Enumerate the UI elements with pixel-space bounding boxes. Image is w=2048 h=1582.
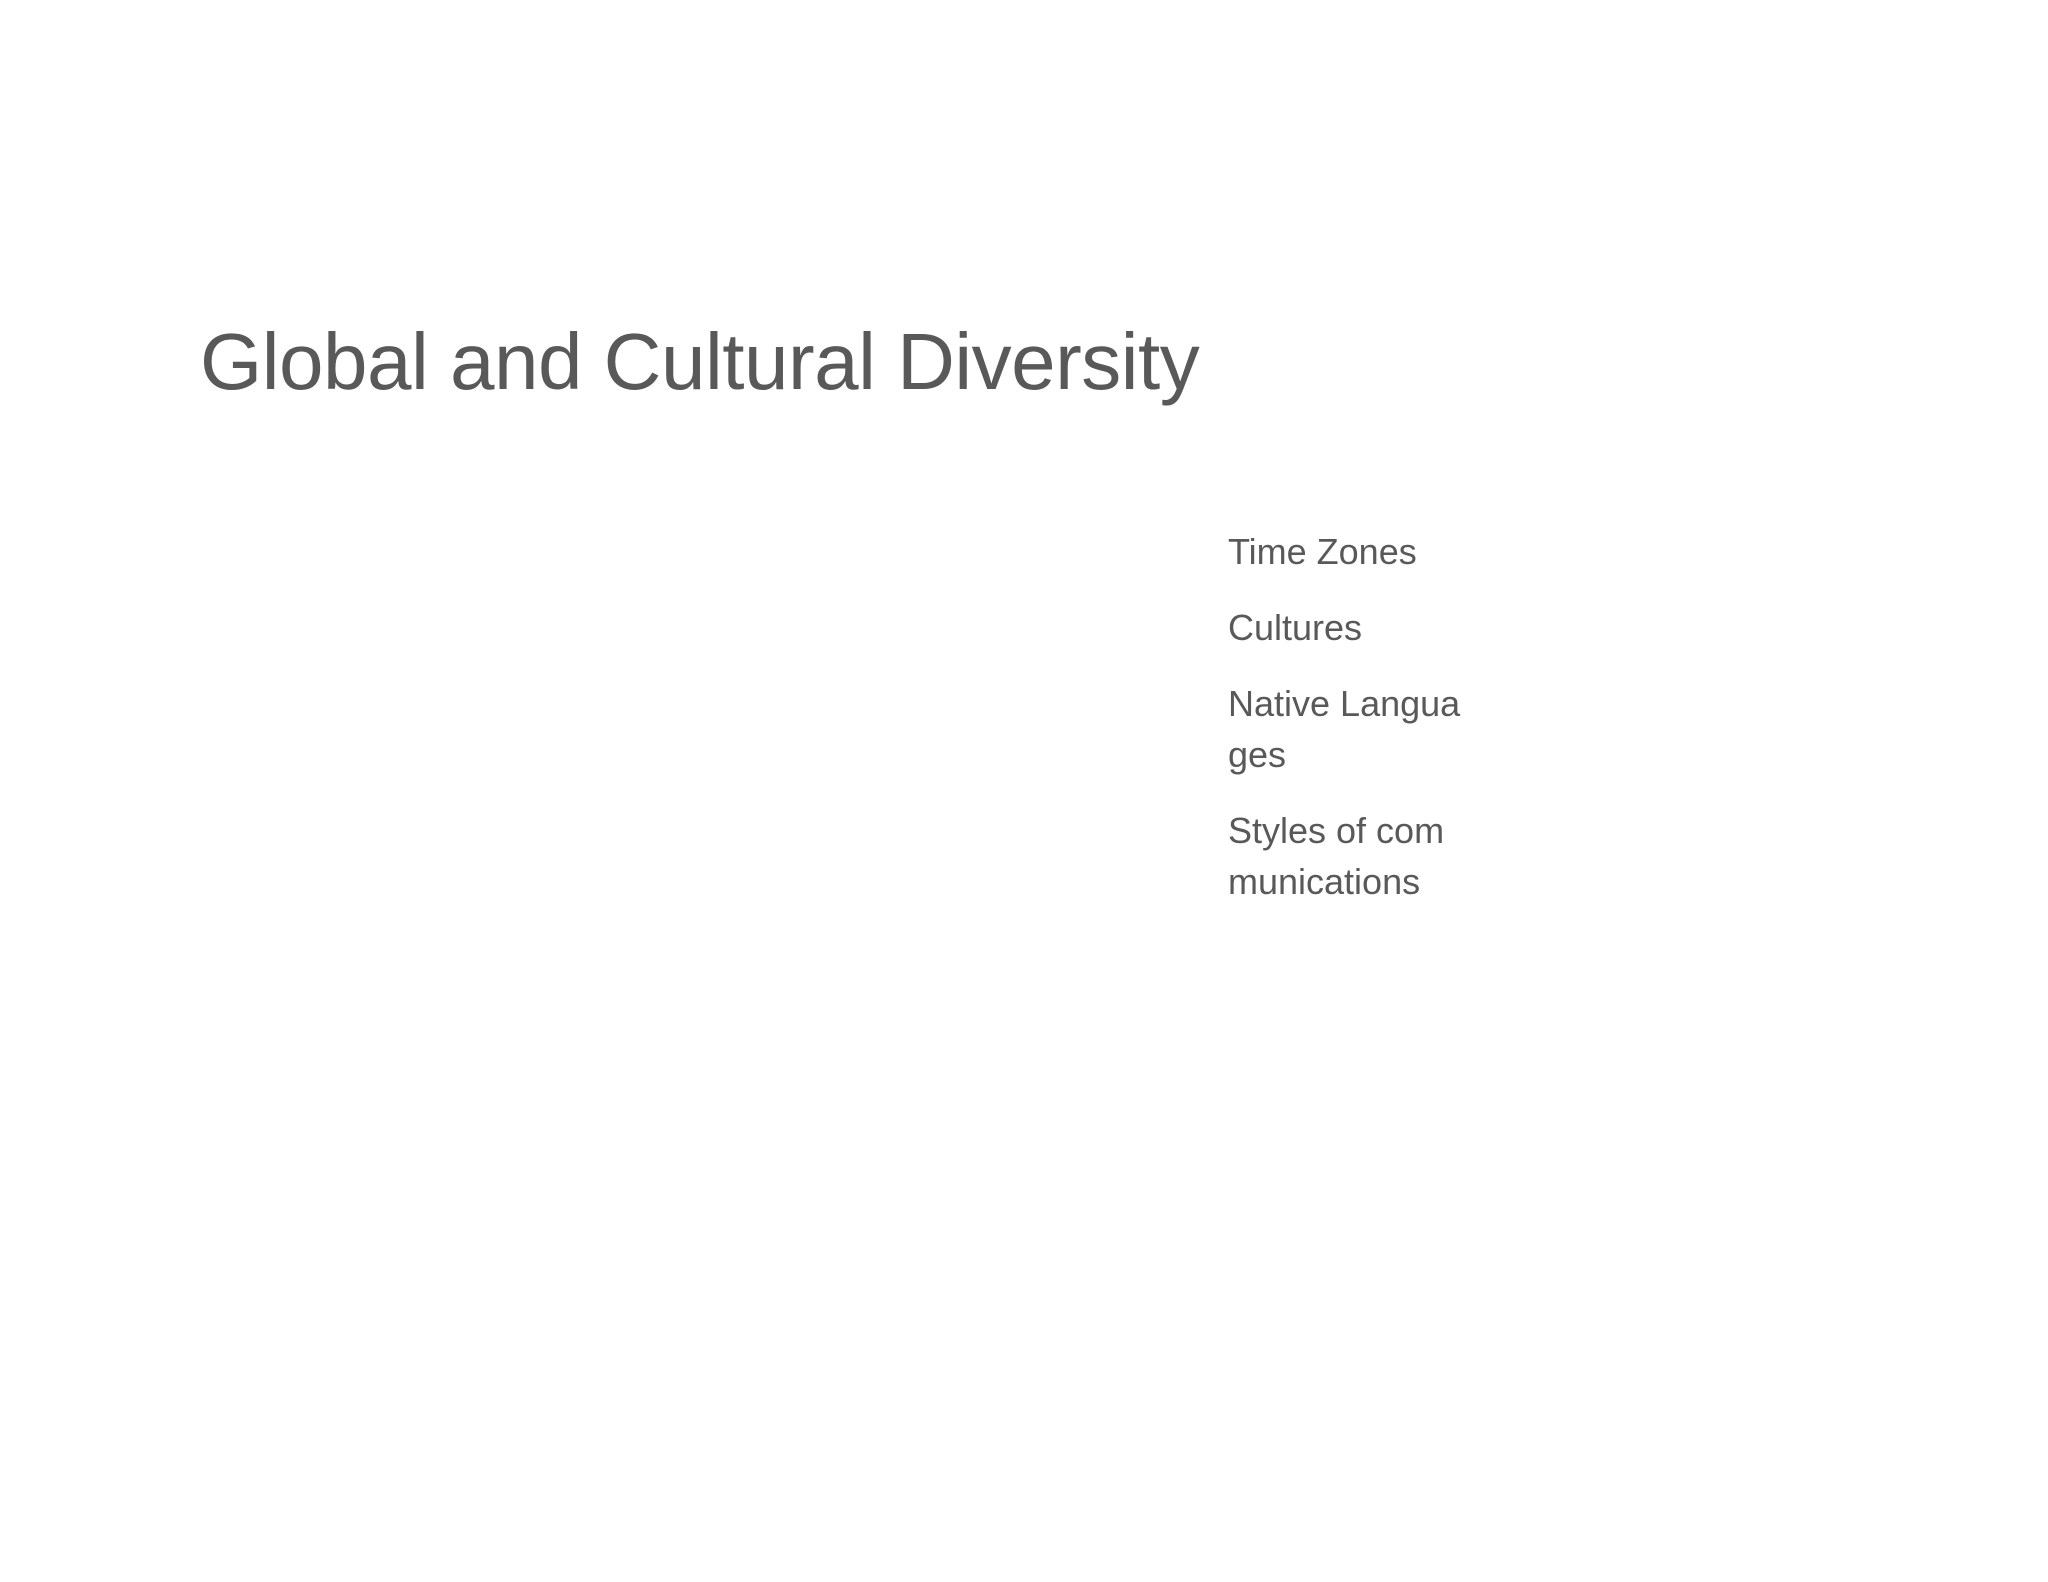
bullet-item-cultures: Cultures <box>1228 607 1363 648</box>
bullet-list: Time Zones Cultures Native Languages Sty… <box>1228 526 1468 932</box>
slide-title: Global and Cultural Diversity <box>200 317 1200 406</box>
bullet-item-native-languages: Native Languages <box>1228 683 1461 775</box>
slide: Global and Cultural Diversity Time Zones… <box>0 0 2048 1582</box>
bullet-item-styles-of-communications: Styles of communications <box>1228 810 1445 902</box>
bullet-item-time-zones: Time Zones <box>1228 531 1417 572</box>
